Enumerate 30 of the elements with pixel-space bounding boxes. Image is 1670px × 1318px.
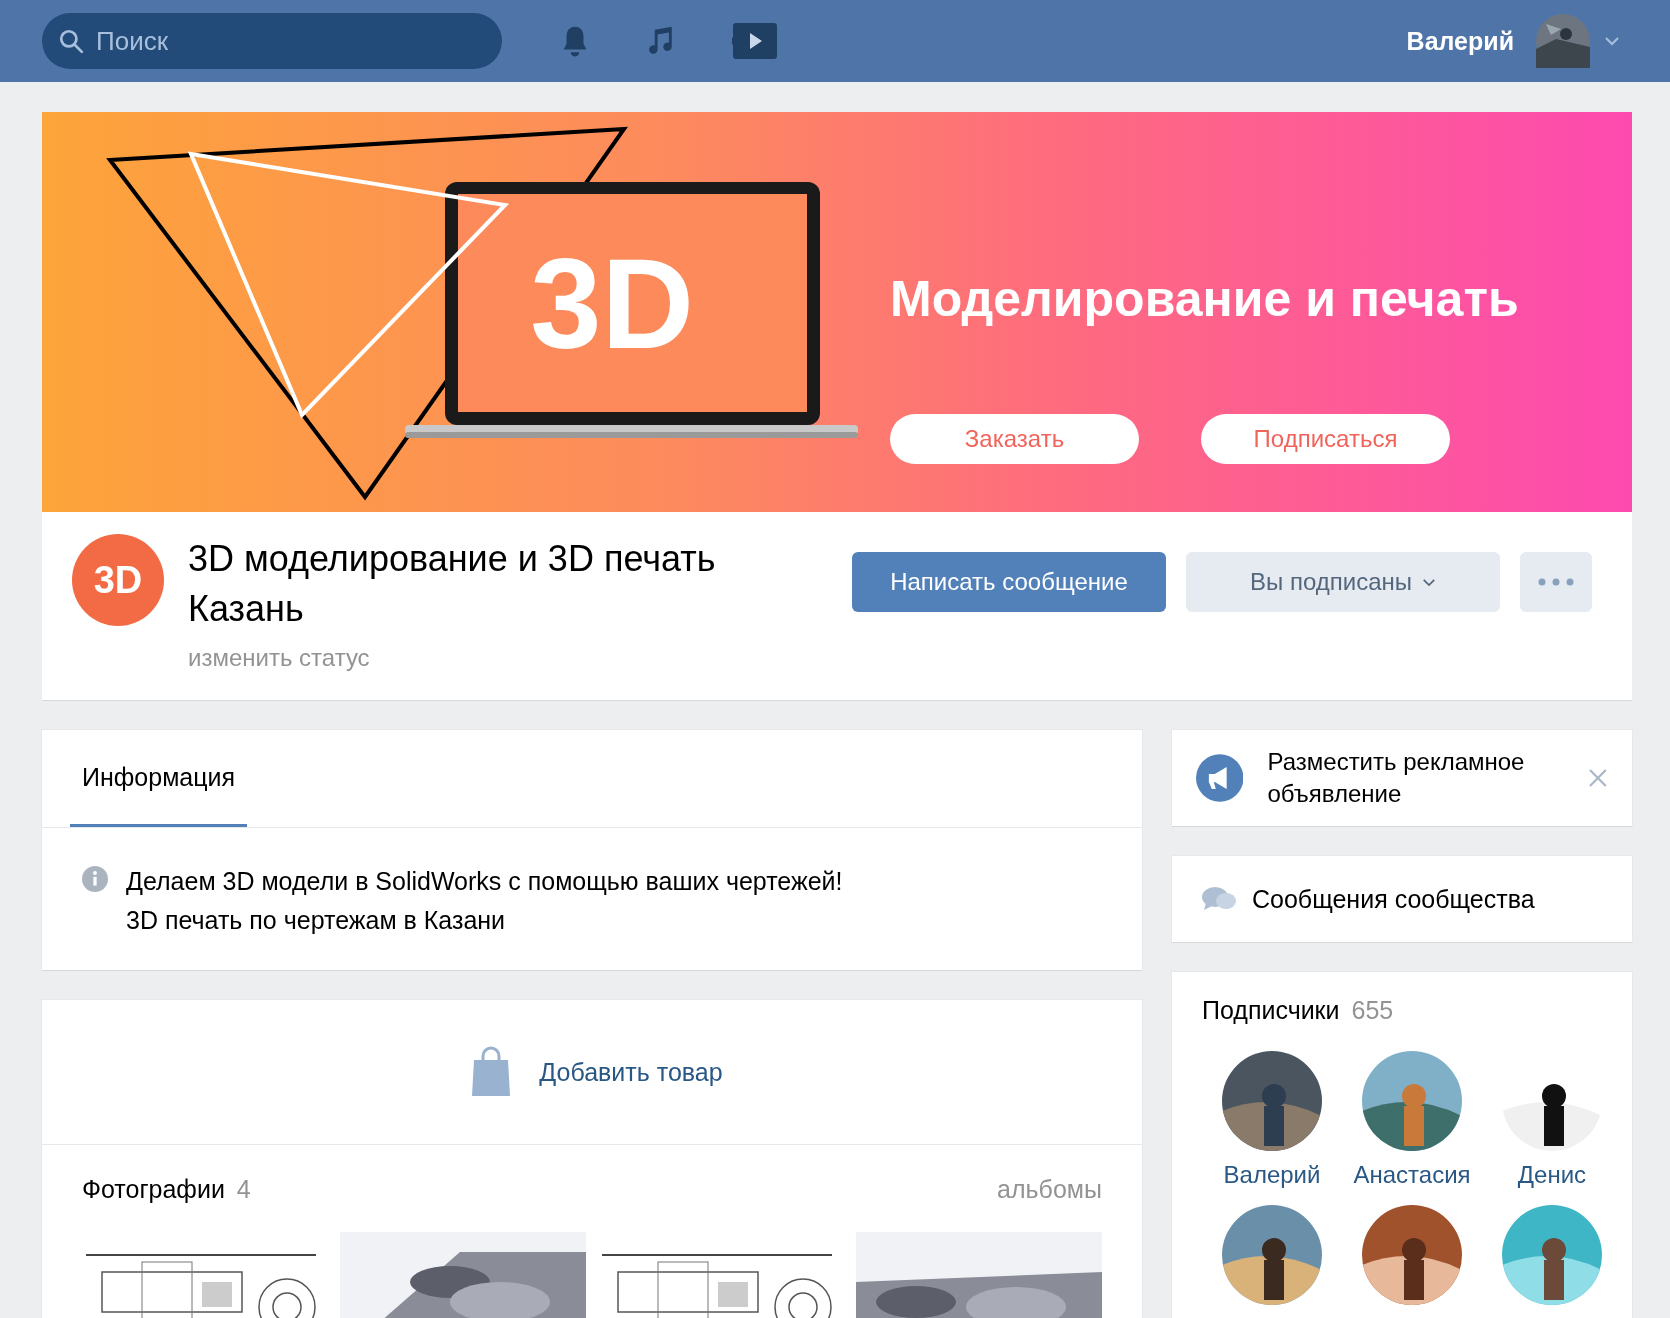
cover-headline: Моделирование и печать <box>890 270 1519 328</box>
megaphone-icon <box>1196 754 1244 802</box>
cover-logo: 3D <box>530 232 694 375</box>
video-icon[interactable] <box>732 21 778 61</box>
info-icon <box>82 866 108 892</box>
follower-name[interactable]: Анастасия <box>1353 1161 1471 1189</box>
followers-title: Подписчики <box>1202 996 1340 1025</box>
info-tab[interactable]: Информация <box>70 730 248 827</box>
subscribed-button[interactable]: Вы подписаны <box>1186 552 1500 612</box>
follower-name[interactable]: Денис <box>1517 1161 1587 1189</box>
photos-count: 4 <box>236 1175 251 1204</box>
more-icon <box>1538 578 1574 586</box>
community-avatar: 3D <box>72 534 164 626</box>
add-product-link[interactable]: Добавить товар <box>539 1057 723 1087</box>
community-name: 3D моделирование и 3D печать Казань <box>188 537 717 631</box>
ad-link[interactable]: Разместить рекламное объявление <box>1267 746 1565 810</box>
description-text: Делаем 3D модели в SolidWorks с помощью ваших чертежей! <box>126 866 843 897</box>
chevron-down-icon <box>1422 577 1436 587</box>
messages-link[interactable]: Сообщения сообщества <box>1252 884 1535 914</box>
description-text: 3D печать по чертежам в Казани <box>126 905 507 936</box>
user-name[interactable]: Валерий <box>1406 26 1514 56</box>
messages-card[interactable]: Сообщения сообщества <box>1172 856 1632 942</box>
message-button[interactable]: Написать сообщение <box>852 552 1166 612</box>
followers-count: 655 <box>1351 996 1394 1025</box>
chevron-down-icon[interactable] <box>1604 36 1620 46</box>
chat-icon <box>1202 886 1236 912</box>
follower-name[interactable]: Валерий <box>1223 1161 1321 1189</box>
photos-title: Фотографии <box>82 1175 225 1204</box>
bag-icon <box>471 1046 512 1098</box>
search-field[interactable]: Поиск <box>42 13 502 69</box>
